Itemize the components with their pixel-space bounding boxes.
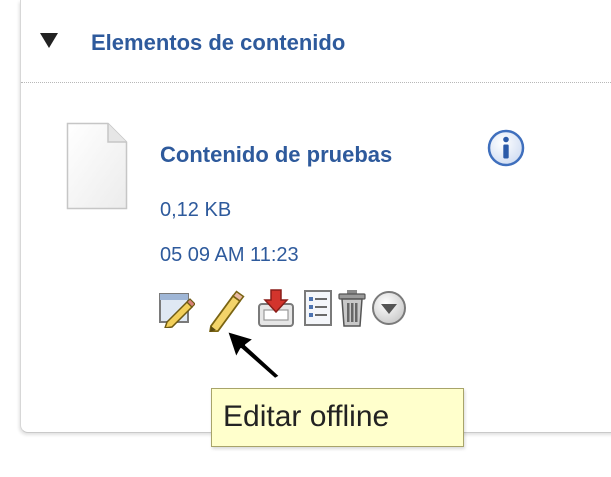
edit-properties-icon[interactable] bbox=[157, 288, 195, 328]
details-list-icon[interactable] bbox=[303, 288, 333, 328]
tooltip: Editar offline bbox=[211, 388, 464, 447]
document-icon[interactable] bbox=[66, 122, 128, 210]
tooltip-text: Editar offline bbox=[223, 400, 390, 433]
panel-header: Elementos de contenido bbox=[21, 0, 611, 83]
collapse-triangle-icon[interactable] bbox=[40, 33, 58, 48]
item-title-link[interactable]: Contenido de pruebas bbox=[160, 142, 392, 168]
screen: Elementos de contenido Contenido de prue… bbox=[0, 0, 611, 477]
download-tray-icon[interactable] bbox=[257, 288, 295, 330]
pencil-icon[interactable] bbox=[207, 288, 245, 332]
panel-title[interactable]: Elementos de contenido bbox=[91, 30, 345, 56]
item-date: 05 09 AM 11:23 bbox=[160, 244, 299, 266]
trash-icon[interactable] bbox=[337, 288, 367, 328]
item-size: 0,12 KB bbox=[160, 199, 232, 221]
more-actions-icon[interactable] bbox=[370, 288, 408, 328]
info-icon[interactable] bbox=[486, 128, 526, 168]
content-items-panel: Elementos de contenido Contenido de prue… bbox=[20, 0, 611, 433]
